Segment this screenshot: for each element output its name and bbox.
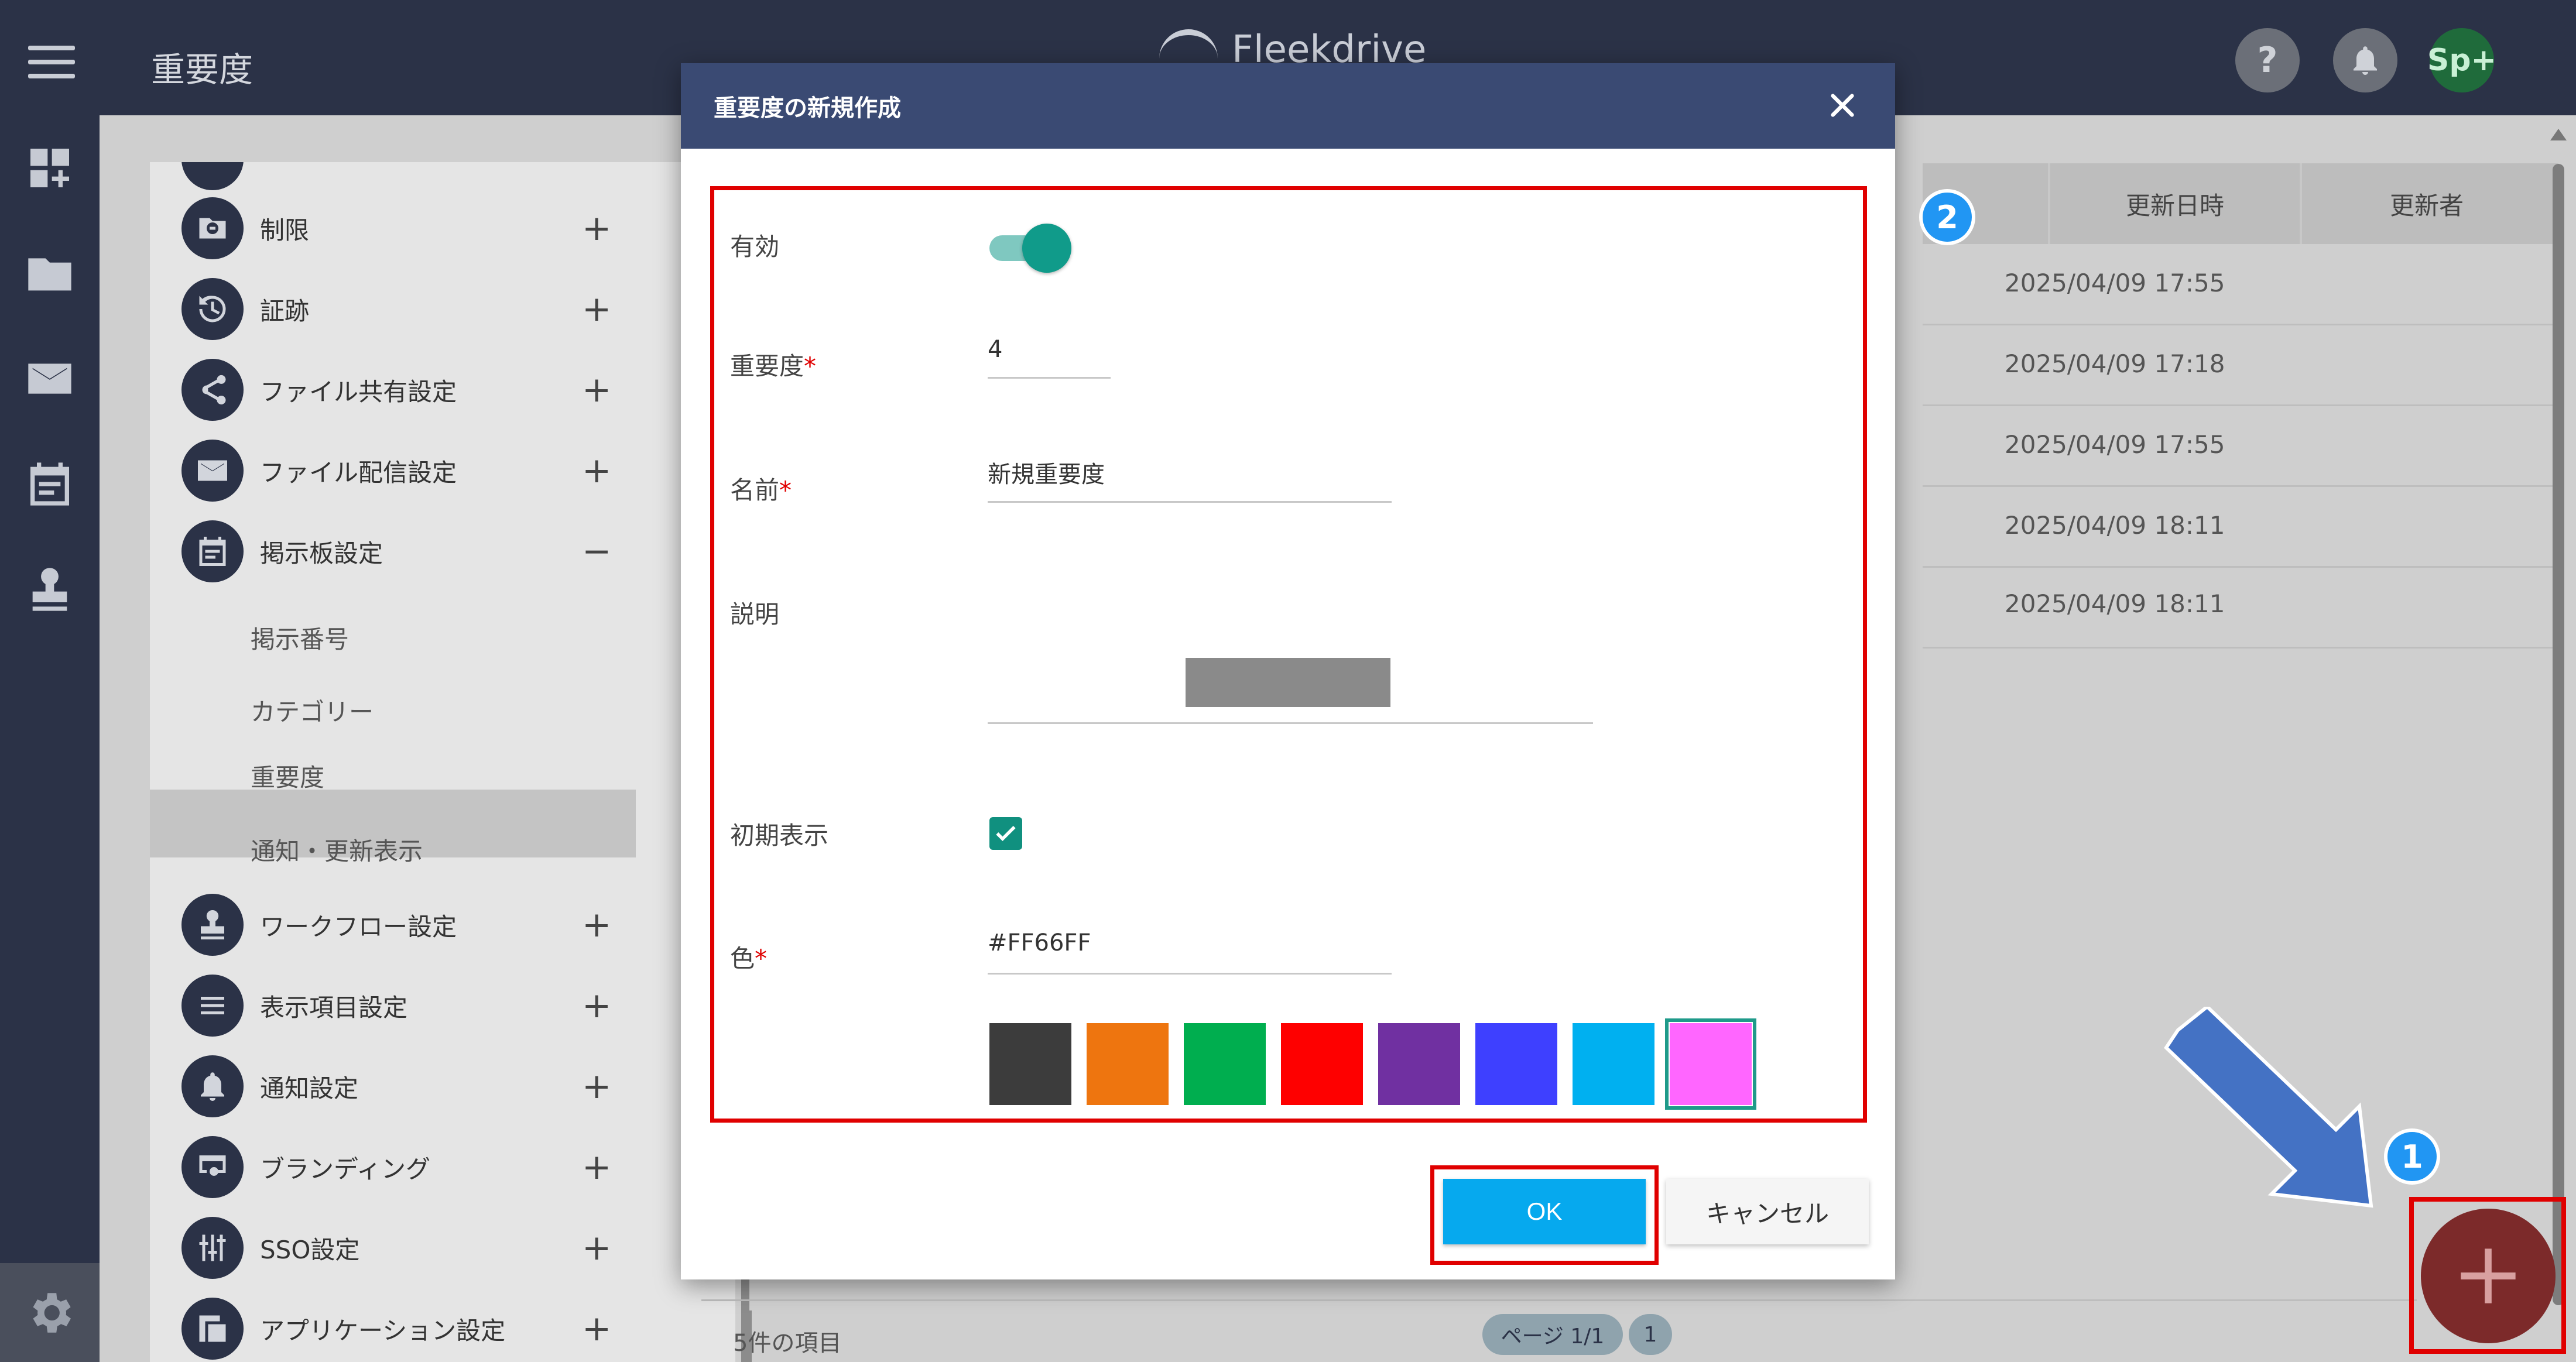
settings-item-audit[interactable]: 証跡 + [150,271,735,347]
expand-icon[interactable]: + [582,1308,611,1349]
dialog-title: 重要度の新規作成 [714,95,901,122]
color-swatch-4[interactable] [1281,1023,1363,1105]
description-redacted-block [1186,658,1390,707]
color-swatch-7[interactable] [1573,1023,1654,1105]
annotation-arrow [2164,1007,2373,1208]
restriction-icon [181,197,244,259]
settings-item-file-share[interactable]: ファイル共有設定 + [150,352,735,428]
scrollbar-thumb[interactable] [2553,164,2564,1305]
table-cell-updated-at: 2025/04/09 17:55 [2005,269,2225,297]
color-swatch-6[interactable] [1475,1023,1557,1105]
bell-icon [181,1055,244,1117]
table-cell-updated-at: 2025/04/09 18:11 [2005,589,2225,618]
settings-item-notification[interactable]: 通知設定 + [150,1048,735,1124]
mail-icon[interactable] [23,352,76,405]
main-scrollbar[interactable] [2547,117,2570,1346]
importance-label: 重要度* [730,352,817,380]
stamp-icon [181,894,244,956]
help-icon[interactable]: ? [2235,28,2300,92]
color-swatch-3[interactable] [1184,1023,1266,1105]
settings-item-branding[interactable]: ブランディング + [150,1129,735,1205]
menu-icon[interactable] [28,46,75,78]
table-cell-updated-at: 2025/04/09 18:11 [2005,511,2225,540]
settings-item-workflow[interactable]: ワークフロー設定 + [150,887,735,963]
settings-item-file-delivery[interactable]: ファイル配信設定 + [150,433,735,509]
table-cell-updated-at: 2025/04/09 17:18 [2005,349,2225,378]
annotation-highlight-form [710,186,1867,1123]
color-swatch-8[interactable] [1665,1018,1756,1110]
expand-icon[interactable]: + [582,289,611,330]
annotation-highlight-add-button [2409,1197,2566,1354]
scroll-up-icon[interactable] [2550,129,2567,140]
page-number-button[interactable]: 1 [1629,1314,1672,1355]
table-cell-updated-at: 2025/04/09 17:55 [2005,430,2225,459]
default-display-label: 初期表示 [730,821,829,850]
dialog-header: 重要度の新規作成 [681,63,1895,149]
settings-item-application[interactable]: アプリケーション設定 + [150,1291,735,1362]
create-importance-dialog: 重要度の新規作成 有効 重要度* 4 名前* 新規重要度 説明 初期表示 色* … [681,63,1895,1279]
expand-icon[interactable]: + [582,904,611,945]
items-count: 5件の項目 [733,1330,842,1357]
check-icon [996,826,1016,842]
expand-icon[interactable]: + [582,1066,611,1107]
expand-icon[interactable]: + [582,450,611,491]
settings-item-bulletin[interactable]: 掲示板設定 − [150,513,735,589]
icon-rail [0,115,100,1362]
dashboard-add-icon[interactable] [23,142,76,194]
user-avatar[interactable]: Sp+ [2427,28,2496,92]
sub-item-category[interactable]: カテゴリー [251,692,374,728]
importance-input[interactable]: 4 [988,336,1002,363]
color-swatches [989,1018,1767,1110]
color-swatch-1[interactable] [989,1023,1071,1105]
expand-icon[interactable]: + [582,985,611,1026]
enabled-label: 有効 [730,232,780,261]
enabled-toggle[interactable] [989,224,1071,273]
ok-button[interactable]: OK [1443,1179,1646,1244]
calendar-icon [181,520,244,582]
sub-item-notification[interactable]: 通知・更新表示 [251,832,423,867]
settings-item-display-fields[interactable]: 表示項目設定 + [150,968,735,1044]
default-display-checkbox[interactable] [989,817,1022,850]
expand-icon[interactable]: + [582,369,611,410]
color-swatch-2[interactable] [1087,1023,1169,1105]
column-header-updated-by[interactable]: 更新者 [2300,163,2551,244]
annotation-badge-step2: 2 [1919,189,1975,245]
calendar-icon[interactable] [23,458,76,510]
settings-item-restriction[interactable]: 制限 + [150,190,735,266]
description-input[interactable] [988,722,1593,724]
application-icon [181,1298,244,1360]
name-input[interactable]: 新規重要度 [988,455,1105,489]
settings-item-sso[interactable]: SSO設定 + [150,1210,735,1286]
sub-item-post-number[interactable]: 掲示番号 [251,620,349,656]
color-swatch-5[interactable] [1378,1023,1460,1105]
settings-icon [181,162,244,190]
stamp-icon[interactable] [23,563,76,616]
share-icon [181,359,244,421]
sub-item-importance[interactable]: 重要度 [251,758,324,794]
description-label: 説明 [730,600,780,629]
color-label: 色* [730,944,768,973]
page-title: 重要度 [151,50,254,90]
column-header-updated-at[interactable]: 更新日時 [2048,163,2300,244]
branding-icon [181,1136,244,1198]
gear-icon[interactable] [0,1263,100,1362]
sso-icon [181,1217,244,1279]
folder-icon[interactable] [23,247,76,300]
expand-icon[interactable]: + [582,208,611,249]
page-indicator: ページ 1/1 [1482,1314,1623,1355]
color-input[interactable]: #FF66FF [988,929,1091,956]
cancel-button[interactable]: キャンセル [1666,1179,1869,1244]
expand-icon[interactable]: + [582,1227,611,1268]
close-icon[interactable] [1819,82,1866,129]
settings-panel: · 制限 + 証跡 + ファイル共有設定 + ファイル配信設定 + 掲示板設定 … [150,162,735,1362]
mail-icon [181,440,244,502]
annotation-badge-step1: 1 [2384,1128,2440,1185]
table-header: 更新日時 更新者 [1923,163,2558,244]
expand-icon[interactable]: + [582,1147,611,1188]
collapse-icon[interactable]: − [582,531,611,572]
history-icon [181,278,244,340]
bell-icon[interactable] [2333,28,2397,92]
name-label: 名前* [730,476,792,505]
list-icon [181,975,244,1037]
